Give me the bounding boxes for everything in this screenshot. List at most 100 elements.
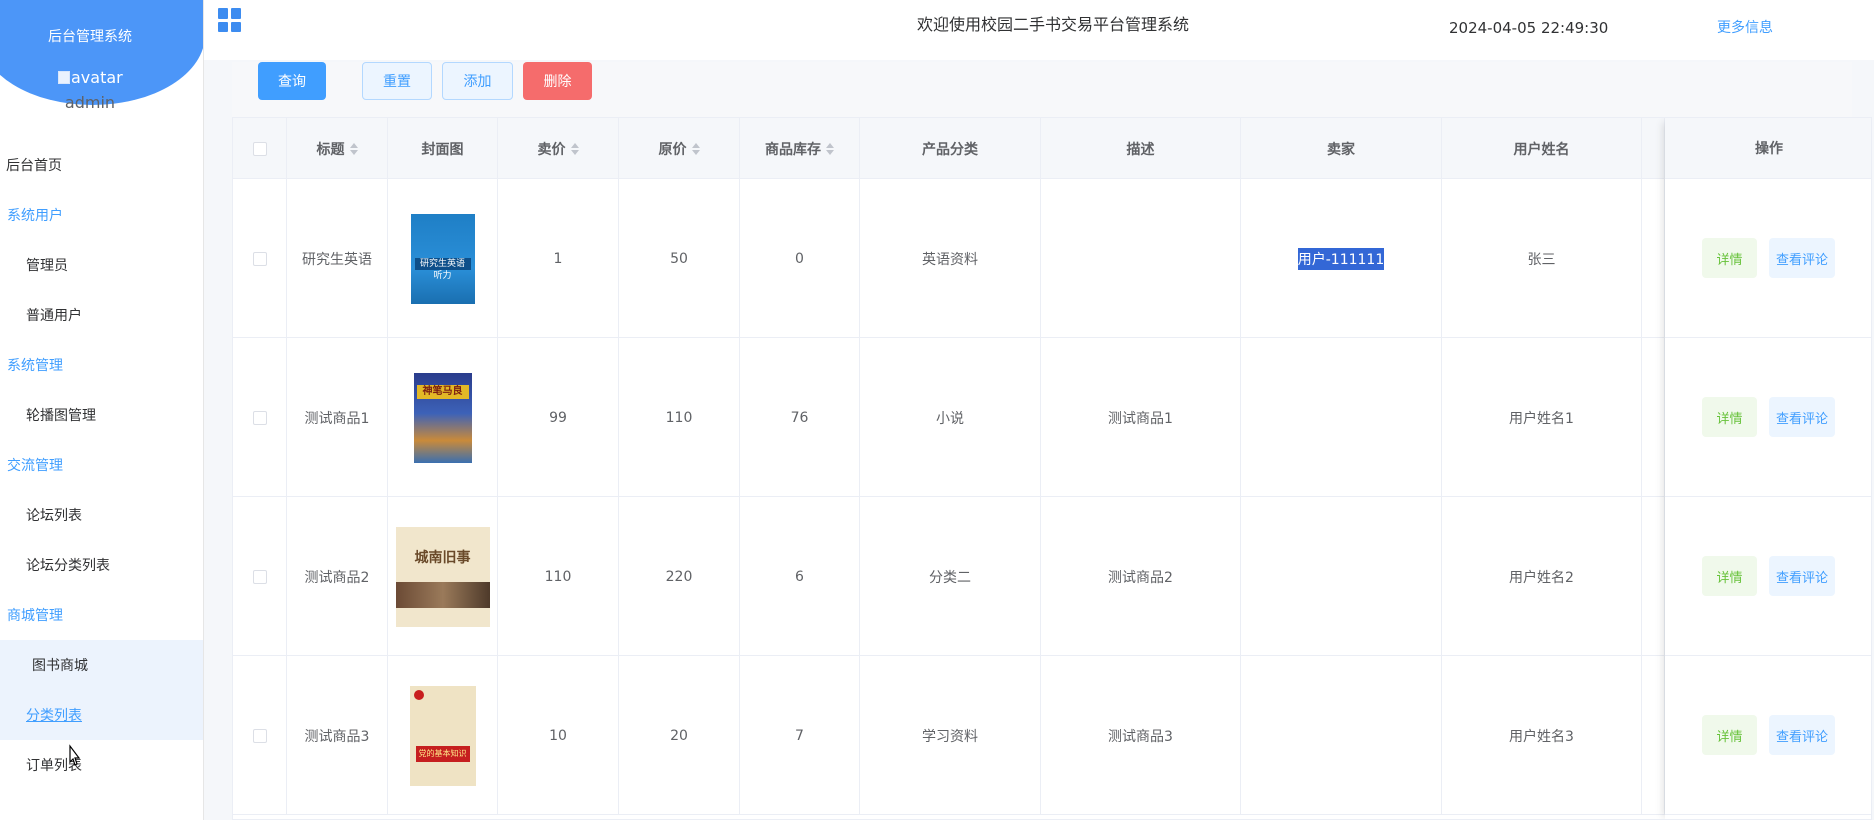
- cover-image[interactable]: 研究生英语 听力: [410, 213, 475, 304]
- sidebar-item-label: 论坛列表: [26, 508, 82, 524]
- column-header-description: 描述: [1041, 118, 1241, 179]
- cell-overflow: [1642, 656, 1665, 815]
- grid-icon[interactable]: [218, 8, 242, 32]
- operations-column: 操作 详情 查看评论 详情 查看评论 详情 查看评论 详情 查看评论: [1665, 118, 1871, 819]
- sort-icon[interactable]: [826, 142, 834, 155]
- cell-cover: 城南旧事: [388, 497, 498, 656]
- sidebar-item-admins[interactable]: 管理员: [0, 240, 203, 290]
- cell-overflow: [1642, 338, 1665, 497]
- view-comments-button[interactable]: 查看评论: [1769, 715, 1835, 755]
- sidebar-item-category-list[interactable]: 分类列表: [0, 690, 203, 740]
- column-header-label: 产品分类: [922, 141, 978, 158]
- sort-icon[interactable]: [570, 142, 579, 155]
- sidebar-item-label: 普通用户: [26, 308, 82, 324]
- cell-user-name: 张三: [1442, 179, 1642, 338]
- cell-category: 分类二: [860, 497, 1041, 656]
- cell-category: 学习资料: [860, 656, 1041, 815]
- sidebar-item-users[interactable]: 普通用户: [0, 290, 203, 340]
- avatar-alt-text: avatar: [71, 68, 123, 87]
- table-row: 测试商品1 神笔马良 99 110 76 小说 测试商品1 用户姓名1: [233, 338, 1871, 497]
- row-select-cell: [233, 497, 287, 656]
- sidebar-group-label: 交流管理: [7, 458, 63, 474]
- cell-original-price: 20: [619, 656, 740, 815]
- view-comments-button[interactable]: 查看评论: [1769, 397, 1835, 437]
- row-actions: 详情 查看评论: [1665, 656, 1871, 815]
- cell-stock: 76: [740, 338, 860, 497]
- row-select-cell: [233, 656, 287, 815]
- column-header-label: 封面图: [421, 141, 464, 158]
- sort-icon[interactable]: [349, 142, 358, 155]
- row-checkbox[interactable]: [252, 410, 267, 425]
- sidebar-item-forum-list[interactable]: 论坛列表: [0, 490, 203, 540]
- cell-description: [1041, 179, 1241, 338]
- column-header-stock[interactable]: 商品库存: [740, 118, 860, 179]
- column-header-price[interactable]: 卖价: [498, 118, 619, 179]
- datetime: 2024-04-05 22:49:30: [1449, 19, 1609, 37]
- sidebar-item-forum-categories[interactable]: 论坛分类列表: [0, 540, 203, 590]
- cell-title: 测试商品1: [287, 338, 388, 497]
- sidebar-group-label: 系统管理: [7, 358, 63, 374]
- select-all-cell: [233, 118, 287, 179]
- view-comments-button[interactable]: 查看评论: [1769, 556, 1835, 596]
- sidebar-group-mall[interactable]: 商城管理: [0, 590, 203, 640]
- sidebar-menu: 后台首页 系统用户 管理员 普通用户 系统管理 轮播图管理 交流管理 论坛列表 …: [0, 140, 203, 790]
- column-header-label: 描述: [1126, 141, 1155, 158]
- cell-cover: 神笔马良: [388, 338, 498, 497]
- cover-image[interactable]: 城南旧事: [395, 526, 490, 627]
- view-comments-button[interactable]: 查看评论: [1769, 238, 1835, 278]
- sidebar-group-system-management[interactable]: 系统管理: [0, 340, 203, 390]
- sidebar-item-carousel[interactable]: 轮播图管理: [0, 390, 203, 440]
- row-checkbox[interactable]: [252, 251, 267, 266]
- column-header-title[interactable]: 标题: [287, 118, 388, 179]
- row-select-cell: [233, 338, 287, 497]
- cell-description: 测试商品1: [1041, 338, 1241, 497]
- avatar: avatar: [58, 68, 123, 87]
- column-header-label: 用户姓名: [1513, 141, 1570, 158]
- brand-title: 后台管理系统: [48, 29, 132, 45]
- brand-header: [0, 0, 203, 105]
- sidebar-item-order-list[interactable]: 订单列表: [0, 740, 203, 790]
- column-header-label: 卖家: [1327, 141, 1355, 158]
- cell-price: 99: [498, 338, 619, 497]
- cell-title: 测试商品2: [287, 497, 388, 656]
- cell-stock: 7: [740, 656, 860, 815]
- add-button[interactable]: 添加: [442, 62, 513, 100]
- column-header-actions: 操作: [1665, 118, 1871, 179]
- column-header-label: 卖价: [537, 141, 566, 158]
- more-info-link[interactable]: 更多信息: [1717, 17, 1773, 37]
- cell-title: 研究生英语: [287, 179, 388, 338]
- cell-title: 测试商品3: [287, 656, 388, 815]
- cell-category: 小说: [860, 338, 1041, 497]
- cell-overflow: [1642, 179, 1665, 338]
- cover-image[interactable]: 党的基本知识: [409, 685, 476, 786]
- column-header-seller: 卖家: [1241, 118, 1442, 179]
- cell-user-name: 用户姓名1: [1442, 338, 1642, 497]
- top-header: 欢迎使用校园二手书交易平台管理系统 2024-04-05 22:49:30 更多…: [204, 0, 1874, 60]
- delete-button[interactable]: 删除: [523, 62, 592, 100]
- sidebar-group-system-users[interactable]: 系统用户: [0, 190, 203, 240]
- sidebar-item-book-mall[interactable]: 图书商城: [0, 640, 203, 690]
- row-checkbox[interactable]: [252, 728, 267, 743]
- cell-seller: [1241, 338, 1442, 497]
- sidebar-group-label: 商城管理: [7, 608, 63, 624]
- main-content: 查询 重置 添加 删除 标题 封面图 卖价 原价 商品库存 产品分类 描述 卖家…: [204, 60, 1874, 820]
- sidebar-group-communication[interactable]: 交流管理: [0, 440, 203, 490]
- detail-button[interactable]: 详情: [1702, 397, 1757, 437]
- select-all-checkbox[interactable]: [252, 141, 267, 156]
- sort-icon[interactable]: [691, 142, 700, 155]
- cell-user-name: 用户姓名2: [1442, 497, 1642, 656]
- column-header-original-price[interactable]: 原价: [619, 118, 740, 179]
- detail-button[interactable]: 详情: [1702, 715, 1757, 755]
- cell-stock: 6: [740, 497, 860, 656]
- row-checkbox[interactable]: [252, 569, 267, 584]
- detail-button[interactable]: 详情: [1702, 556, 1757, 596]
- sidebar-item-label: 分类列表: [26, 708, 82, 724]
- query-button[interactable]: 查询: [258, 62, 326, 100]
- column-header-overflow: [1642, 118, 1665, 179]
- cell-description: 测试商品2: [1041, 497, 1241, 656]
- reset-button[interactable]: 重置: [362, 62, 432, 100]
- sidebar-item-dashboard[interactable]: 后台首页: [0, 140, 203, 190]
- detail-button[interactable]: 详情: [1702, 238, 1757, 278]
- cell-stock: 0: [740, 179, 860, 338]
- cover-image[interactable]: 神笔马良: [413, 372, 472, 463]
